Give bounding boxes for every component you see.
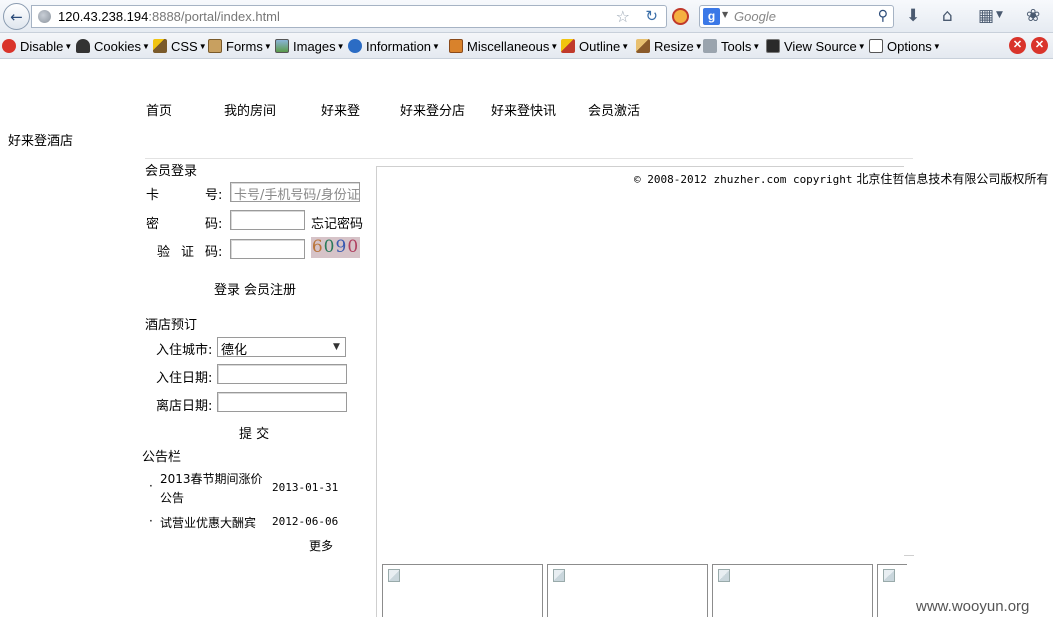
nav-my-room[interactable]: 我的房间 bbox=[224, 100, 276, 119]
register-link[interactable]: 会员注册 bbox=[244, 279, 296, 298]
forgot-password-link[interactable]: 忘记密码 bbox=[311, 213, 363, 232]
notice-date: 2013-01-31 bbox=[272, 481, 339, 494]
checkout-label: 离店日期: bbox=[156, 399, 213, 414]
bullet-icon: · bbox=[149, 514, 153, 528]
back-button[interactable]: ← bbox=[3, 3, 30, 30]
more-link[interactable]: 更多 bbox=[309, 537, 333, 554]
broken-image-icon bbox=[553, 569, 565, 582]
captcha-image[interactable]: 6090 bbox=[311, 237, 360, 258]
divider bbox=[904, 555, 914, 556]
disable-icon bbox=[2, 39, 16, 53]
booking-heading: 酒店预订 bbox=[145, 318, 198, 333]
search-icon[interactable]: ⚲ bbox=[878, 8, 888, 24]
dev-menu-cookies[interactable]: Cookies ▼ bbox=[76, 37, 150, 55]
captcha-input[interactable] bbox=[230, 239, 305, 259]
chevron-down-icon[interactable]: ▼ bbox=[722, 10, 728, 19]
password-label-char2: 码: bbox=[205, 217, 223, 232]
forms-icon bbox=[208, 39, 222, 53]
google-icon[interactable]: g bbox=[703, 8, 720, 25]
download-icon[interactable]: ⬇ bbox=[906, 6, 920, 26]
home-icon[interactable]: ⌂ bbox=[942, 6, 953, 26]
dev-menu-images[interactable]: Images ▼ bbox=[275, 37, 345, 55]
dev-menu-miscellaneous[interactable]: Miscellaneous ▼ bbox=[449, 37, 558, 55]
divider bbox=[145, 158, 913, 159]
broken-image-icon bbox=[883, 569, 895, 582]
close-toolbar-icon[interactable]: ✕ bbox=[1009, 37, 1026, 54]
checkin-label: 入住日期: bbox=[156, 371, 213, 386]
notices-heading: 公告栏 bbox=[142, 450, 182, 465]
bullet-icon: · bbox=[149, 479, 153, 493]
nav-member-activation[interactable]: 会员激活 bbox=[588, 100, 640, 119]
dev-menu-disable[interactable]: Disable ▼ bbox=[2, 37, 72, 55]
broken-image-icon bbox=[718, 569, 730, 582]
submit-button[interactable]: 提 交 bbox=[239, 423, 269, 442]
broken-image[interactable] bbox=[877, 564, 907, 617]
notice-title-line2[interactable]: 公告 bbox=[160, 489, 184, 506]
login-heading: 会员登录 bbox=[145, 164, 198, 179]
close-icon[interactable]: ✕ bbox=[1031, 37, 1048, 54]
password-label-char1: 密 bbox=[146, 217, 160, 232]
options-icon bbox=[869, 39, 883, 53]
view-source-icon bbox=[766, 39, 780, 53]
globe-icon bbox=[38, 10, 51, 23]
cookies-icon bbox=[76, 39, 90, 53]
adblock-icon[interactable] bbox=[672, 8, 689, 25]
nav-branches[interactable]: 好来登分店 bbox=[400, 100, 465, 119]
broken-image[interactable] bbox=[547, 564, 708, 617]
images-icon bbox=[275, 39, 289, 53]
captcha-label-char1: 验 bbox=[157, 245, 171, 260]
dev-menu-forms[interactable]: Forms ▼ bbox=[208, 37, 272, 55]
address-bar[interactable]: 120.43.238.194:8888/portal/index.html ☆ … bbox=[31, 5, 667, 28]
tools-icon bbox=[703, 39, 717, 53]
url-text: 120.43.238.194:8888/portal/index.html bbox=[58, 9, 280, 24]
browser-toolbar: ← 120.43.238.194:8888/portal/index.html … bbox=[0, 0, 1053, 33]
broken-image[interactable] bbox=[382, 564, 543, 617]
watermark: www.wooyun.org bbox=[916, 598, 1030, 615]
dev-menu-tools[interactable]: Tools ▼ bbox=[703, 37, 760, 55]
bookmarks-menu-icon[interactable]: ▦ bbox=[978, 6, 994, 26]
bookmark-star-icon[interactable]: ☆ bbox=[616, 7, 630, 26]
copyright-text: © 2008-2012 zhuzher.com copyright 北京住哲信息… bbox=[634, 172, 1049, 186]
dev-menu-information[interactable]: Information ▼ bbox=[348, 37, 440, 55]
web-developer-toolbar: Disable ▼ Cookies ▼ CSS ▼ Forms ▼ Images ▼ In… bbox=[0, 33, 1053, 59]
miscellaneous-icon bbox=[449, 39, 463, 53]
password-input[interactable] bbox=[230, 210, 305, 230]
site-title: 好来登酒店 bbox=[8, 134, 74, 149]
information-icon bbox=[348, 39, 362, 53]
card-label-char1: 卡 bbox=[146, 188, 160, 203]
dev-menu-view-source[interactable]: View Source ▼ bbox=[766, 37, 866, 55]
chevron-down-icon[interactable]: ▼ bbox=[996, 10, 1003, 20]
content-frame bbox=[376, 166, 904, 617]
broken-image[interactable] bbox=[712, 564, 873, 617]
outline-icon bbox=[561, 39, 575, 53]
search-placeholder: Google bbox=[734, 9, 776, 24]
dev-menu-options[interactable]: Options ▼ bbox=[869, 37, 941, 55]
search-box[interactable]: g ▼ Google ⚲ bbox=[699, 5, 894, 28]
nav-news[interactable]: 好来登快讯 bbox=[491, 100, 556, 119]
reload-icon[interactable]: ↻ bbox=[645, 7, 658, 25]
city-selected-value: 德化 bbox=[221, 343, 248, 358]
dev-menu-resize[interactable]: Resize ▼ bbox=[636, 37, 703, 55]
login-button[interactable]: 登录 bbox=[214, 279, 240, 298]
nav-hotel[interactable]: 好来登 bbox=[321, 100, 360, 119]
notice-date: 2012-06-06 bbox=[272, 515, 339, 528]
nav-home[interactable]: 首页 bbox=[146, 100, 172, 119]
dev-menu-css[interactable]: CSS ▼ bbox=[153, 37, 207, 55]
card-number-input[interactable]: 卡号/手机号码/身份证 bbox=[230, 182, 360, 202]
captcha-label-char2: 证 bbox=[181, 245, 195, 260]
broken-image-icon bbox=[388, 569, 400, 582]
notice-title[interactable]: 2013春节期间涨价 bbox=[160, 470, 263, 487]
css-icon bbox=[153, 39, 167, 53]
checkout-date-input[interactable] bbox=[217, 392, 347, 412]
resize-icon bbox=[636, 39, 650, 53]
chevron-down-icon[interactable]: ▼ bbox=[330, 340, 343, 354]
notice-title[interactable]: 试营业优惠大酬宾 bbox=[160, 514, 256, 531]
captcha-label-char3: 码: bbox=[205, 245, 223, 260]
extension-icon[interactable]: ❀ bbox=[1026, 6, 1040, 26]
city-select[interactable]: 德化 ▼ bbox=[217, 337, 346, 358]
card-label-char2: 号: bbox=[205, 188, 223, 203]
checkin-date-input[interactable] bbox=[217, 364, 347, 384]
dev-menu-outline[interactable]: Outline ▼ bbox=[561, 37, 629, 55]
city-label: 入住城市: bbox=[156, 343, 213, 358]
